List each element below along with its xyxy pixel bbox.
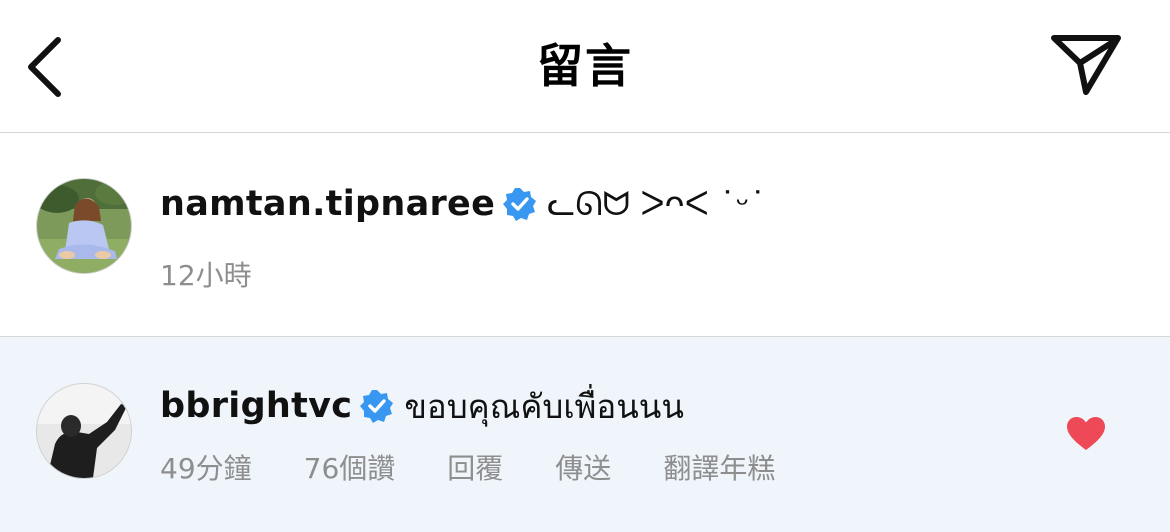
- like-button[interactable]: [1066, 416, 1106, 452]
- chevron-left-icon: [28, 37, 61, 97]
- avatar[interactable]: [36, 383, 132, 479]
- avatar-photo: [37, 179, 131, 273]
- comment-meta: 49分鐘 76個讚 回覆 傳送 翻譯年糕: [160, 445, 827, 489]
- comment-time: 49分鐘: [160, 452, 252, 485]
- username[interactable]: namtan.tipnaree: [160, 184, 495, 224]
- back-button[interactable]: [20, 32, 80, 100]
- header-bar: 留言: [0, 0, 1170, 132]
- share-button[interactable]: [1048, 30, 1126, 102]
- comments-screen: 留言 namtan.tipnaree ᓚᘏᗢ ᐳᴖᐸ ˙ᵕ˙ 12小時 bbri…: [0, 0, 1170, 532]
- page-title: 留言: [537, 39, 633, 93]
- comment-line: namtan.tipnaree ᓚᘏᗢ ᐳᴖᐸ ˙ᵕ˙: [160, 177, 766, 231]
- comment-time: 12小時: [160, 259, 252, 292]
- send-button[interactable]: 傳送: [555, 447, 611, 487]
- paper-plane-icon: [1051, 35, 1121, 95]
- comment-row: bbrightvc ขอบคุณคับเพื่อนนน 49分鐘 76個讚 回覆…: [0, 337, 1170, 532]
- heart-filled-icon: [1067, 417, 1105, 450]
- verified-badge-icon: [360, 390, 394, 423]
- likes-count-button[interactable]: 76個讚: [304, 447, 396, 487]
- avatar-photo: [37, 384, 131, 478]
- reply-button[interactable]: 回覆: [447, 447, 503, 487]
- verified-badge-icon: [503, 188, 537, 221]
- comment-text: ᓚᘏᗢ ᐳᴖᐸ ˙ᵕ˙: [547, 184, 766, 223]
- username[interactable]: bbrightvc: [160, 386, 352, 426]
- avatar[interactable]: [36, 178, 132, 274]
- comment-line: bbrightvc ขอบคุณคับเพื่อนนน: [160, 379, 684, 433]
- translate-button[interactable]: 翻譯年糕: [663, 447, 775, 487]
- comment-text: ขอบคุณคับเพื่อนนน: [404, 386, 684, 426]
- caption-comment: namtan.tipnaree ᓚᘏᗢ ᐳᴖᐸ ˙ᵕ˙ 12小時: [0, 133, 1170, 336]
- comment-meta: 12小時: [160, 252, 304, 296]
